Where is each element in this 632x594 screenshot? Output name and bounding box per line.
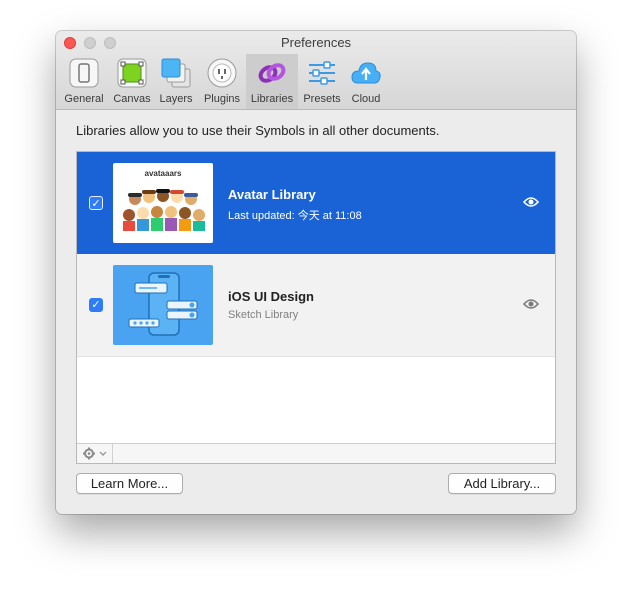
tab-layers-label: Layers — [159, 93, 193, 105]
plugins-icon — [207, 58, 237, 88]
library-thumbnail-avatar: avataaars — [113, 163, 213, 243]
libraries-icon — [258, 63, 286, 83]
window-title: Preferences — [280, 35, 352, 50]
tab-cloud[interactable]: Cloud — [340, 54, 392, 109]
eye-icon[interactable] — [523, 196, 539, 208]
eye-icon[interactable] — [523, 298, 539, 310]
tab-cloud-label: Cloud — [351, 93, 381, 105]
tab-plugins[interactable]: Plugins — [196, 54, 248, 109]
tab-general[interactable]: General — [58, 54, 110, 109]
libraries-list: ✓ avataaars Avatar Library Last updated:… — [76, 151, 556, 464]
library-thumbnail-ios — [113, 265, 213, 345]
layers-icon — [161, 58, 191, 88]
tab-libraries[interactable]: Libraries — [246, 54, 298, 109]
thumbnail-title: avataaars — [144, 169, 182, 178]
cloud-icon — [351, 62, 381, 84]
library-enabled-checkbox[interactable]: ✓ — [89, 298, 103, 312]
add-library-button[interactable]: Add Library... — [448, 473, 556, 494]
titlebar: Preferences General Canvas Layers Plugin… — [56, 31, 576, 110]
canvas-icon — [117, 58, 147, 88]
chevron-down-icon — [99, 451, 107, 456]
library-row-avatar[interactable]: ✓ avataaars Avatar Library Last updated:… — [77, 152, 555, 254]
footer-divider — [112, 444, 113, 463]
presets-icon — [309, 61, 335, 85]
library-subtitle: Sketch Library — [228, 309, 299, 321]
library-name: Avatar Library — [228, 187, 316, 202]
learn-more-button[interactable]: Learn More... — [76, 473, 183, 494]
tab-plugins-label: Plugins — [203, 93, 241, 105]
gear-menu-button[interactable] — [81, 446, 111, 461]
library-row-ios[interactable]: ✓ iOS UI Design Sketch Library — [77, 254, 555, 357]
tab-layers[interactable]: Layers — [150, 54, 202, 109]
libraries-description: Libraries allow you to use their Symbols… — [76, 123, 440, 138]
tab-general-label: General — [64, 93, 104, 105]
avatars-illustration — [123, 189, 205, 231]
tab-libraries-label: Libraries — [250, 93, 294, 105]
list-footer-bar — [77, 443, 555, 463]
library-enabled-checkbox[interactable]: ✓ — [89, 196, 103, 210]
library-subtitle: Last updated: 今天 at 11:08 — [228, 210, 362, 222]
ios-illustration — [128, 272, 198, 336]
general-icon — [69, 58, 99, 88]
library-name: iOS UI Design — [228, 289, 314, 304]
gear-icon — [83, 447, 95, 460]
preferences-window: Preferences General Canvas Layers Plugin… — [56, 31, 576, 514]
